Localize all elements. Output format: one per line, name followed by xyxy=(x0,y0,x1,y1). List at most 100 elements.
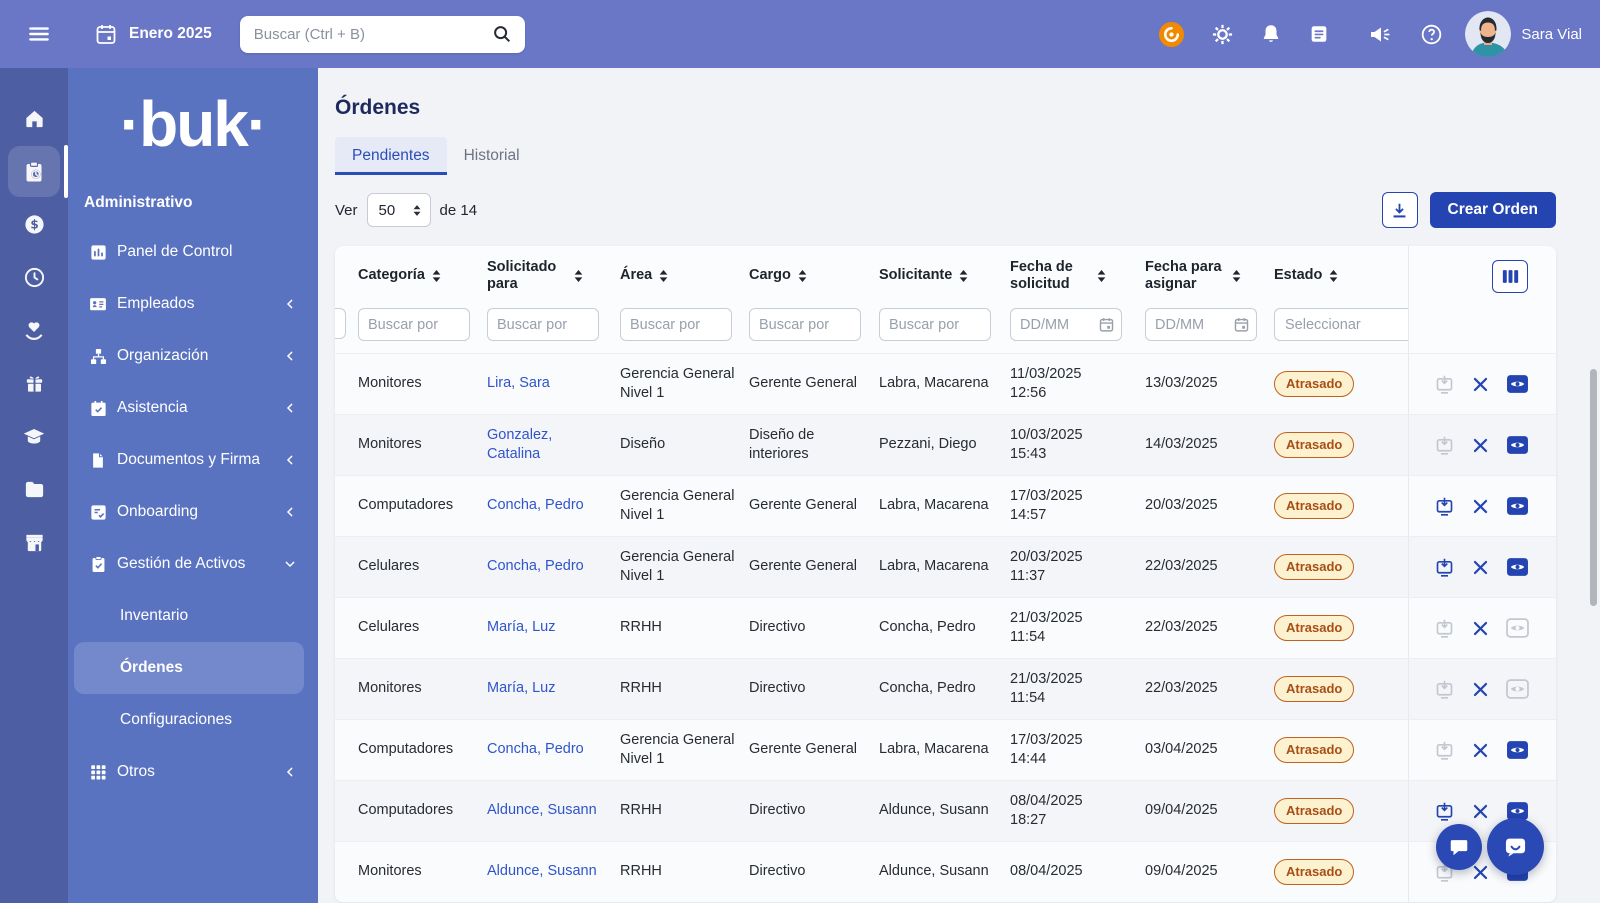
assign-device-button[interactable] xyxy=(1434,801,1455,822)
solicitado-para-link[interactable]: Concha, Pedro xyxy=(487,741,584,757)
page-size-select[interactable]: 50 xyxy=(367,193,431,227)
rail-item-time[interactable] xyxy=(0,251,68,304)
assign-device-button[interactable] xyxy=(1434,618,1455,639)
solicitado-para-link[interactable]: Concha, Pedro xyxy=(487,558,584,574)
column-header-solicitante[interactable]: Solicitante xyxy=(879,267,1010,284)
rail-item-training[interactable] xyxy=(0,410,68,463)
cancel-order-button[interactable] xyxy=(1472,742,1489,759)
filter-cargo-input[interactable] xyxy=(749,308,861,341)
column-header-categoria[interactable]: Categoría xyxy=(358,267,487,284)
cancel-order-button[interactable] xyxy=(1472,437,1489,454)
column-settings-button[interactable] xyxy=(1492,260,1528,293)
cancel-order-button[interactable] xyxy=(1472,498,1489,515)
column-header-fecha-solicitud[interactable]: Fecha de solicitud xyxy=(1010,259,1145,293)
column-header-estado[interactable]: Estado xyxy=(1274,267,1408,284)
total-label: de 14 xyxy=(440,202,478,219)
settings-button[interactable] xyxy=(1211,23,1234,46)
calendar-icon xyxy=(94,22,118,46)
cancel-order-button[interactable] xyxy=(1472,864,1489,881)
sidebar-subitem-ordenes[interactable]: Órdenes xyxy=(74,642,304,694)
view-order-button[interactable] xyxy=(1506,740,1529,760)
column-header-solicitado-para[interactable]: Solicitado para xyxy=(487,259,620,293)
sidebar-subitem-configuraciones[interactable]: Configuraciones xyxy=(68,694,318,746)
sidebar-item-otros[interactable]: Otros xyxy=(68,746,318,798)
assign-device-button[interactable] xyxy=(1434,435,1455,456)
solicitado-para-link[interactable]: Concha, Pedro xyxy=(487,497,584,513)
solicitado-para-link[interactable]: Lira, Sara xyxy=(487,375,550,391)
cancel-order-button[interactable] xyxy=(1472,376,1489,393)
status-badge: Atrasado xyxy=(1274,554,1354,579)
user-menu[interactable]: Sara Vial xyxy=(1465,11,1582,57)
feedback-chat-button[interactable] xyxy=(1436,824,1482,870)
column-header-fecha-asignar[interactable]: Fecha para asignar xyxy=(1145,259,1274,293)
view-order-button[interactable] xyxy=(1506,557,1529,577)
vertical-scrollbar[interactable] xyxy=(1590,369,1597,606)
novelties-button[interactable] xyxy=(1308,23,1330,45)
support-chat-button[interactable] xyxy=(1487,818,1544,875)
solicitado-para-link[interactable]: Aldunce, Susann xyxy=(487,802,597,818)
assign-device-button[interactable] xyxy=(1434,557,1455,578)
table-row: Celulares María, Luz RRHH Directivo Conc… xyxy=(335,597,1556,658)
sidebar-item-documentos-y-firma[interactable]: Documentos y Firma xyxy=(68,434,318,486)
search-input[interactable] xyxy=(252,25,491,44)
tab-historial[interactable]: Historial xyxy=(447,137,537,175)
rail-item-gift[interactable] xyxy=(0,357,68,410)
sidebar-item-onboarding[interactable]: Onboarding xyxy=(68,486,318,538)
sidebar-item-organizacion[interactable]: Organización xyxy=(68,330,318,382)
assistant-button[interactable] xyxy=(1158,21,1185,48)
sidebar-item-asistencia[interactable]: Asistencia xyxy=(68,382,318,434)
view-order-button[interactable] xyxy=(1506,374,1529,394)
solicitado-para-link[interactable]: Aldunce, Susann xyxy=(487,863,597,879)
row-actions xyxy=(1408,598,1556,658)
cancel-order-button[interactable] xyxy=(1472,620,1489,637)
help-button[interactable] xyxy=(1420,23,1443,46)
cell-estado: Atrasado xyxy=(1274,850,1408,893)
chevron-left-icon xyxy=(282,296,298,312)
solicitado-para-link[interactable]: María, Luz xyxy=(487,619,556,635)
period-selector[interactable]: Enero 2025 xyxy=(94,22,212,46)
filter-estado-select[interactable]: Seleccionar xyxy=(1274,308,1408,341)
announcements-button[interactable] xyxy=(1368,22,1392,46)
assign-device-button[interactable] xyxy=(1434,740,1455,761)
assign-device-button[interactable] xyxy=(1434,374,1455,395)
filter-solicitante-input[interactable] xyxy=(879,308,991,341)
sidebar-item-empleados[interactable]: Empleados xyxy=(68,278,318,330)
search-button[interactable] xyxy=(491,23,513,45)
device-download-icon xyxy=(1434,618,1455,639)
filter-solicitado-para-input[interactable] xyxy=(487,308,599,341)
sidebar-item-gestion-de-activos[interactable]: Gestión de Activos xyxy=(68,538,318,590)
assign-device-button[interactable] xyxy=(1434,496,1455,517)
rail-item-asset-management[interactable] xyxy=(0,145,68,198)
view-order-button[interactable] xyxy=(1506,679,1529,699)
filter-area-input[interactable] xyxy=(620,308,732,341)
view-order-button[interactable] xyxy=(1506,496,1529,516)
cancel-order-button[interactable] xyxy=(1472,803,1489,820)
rail-item-remunerations[interactable]: $ xyxy=(0,198,68,251)
cancel-order-button[interactable] xyxy=(1472,681,1489,698)
cancel-order-button[interactable] xyxy=(1472,559,1489,576)
rail-item-files[interactable] xyxy=(0,463,68,516)
assign-device-button[interactable] xyxy=(1434,679,1455,700)
notifications-button[interactable] xyxy=(1260,23,1282,45)
solicitado-para-link[interactable]: María, Luz xyxy=(487,680,556,696)
rail-item-home[interactable] xyxy=(0,92,68,145)
view-order-button[interactable] xyxy=(1506,435,1529,455)
hamburger-menu-button[interactable] xyxy=(22,17,56,51)
sidebar-item-panel-de-control[interactable]: Panel de Control xyxy=(68,226,318,278)
rail-item-benefits[interactable] xyxy=(0,304,68,357)
solicitado-para-link[interactable]: Gonzalez, Catalina xyxy=(487,427,552,462)
create-order-button[interactable]: Crear Orden xyxy=(1430,192,1556,228)
view-order-button[interactable] xyxy=(1506,618,1529,638)
rail-item-marketplace[interactable] xyxy=(0,516,68,569)
export-button[interactable] xyxy=(1382,192,1418,228)
sort-icon xyxy=(658,269,669,283)
sidebar-subitem-inventario[interactable]: Inventario xyxy=(68,590,318,642)
column-header-area[interactable]: Área xyxy=(620,267,749,284)
page-title: Órdenes xyxy=(335,96,1600,120)
sort-icon xyxy=(573,269,584,283)
cell-cargo: Diseño de interiores xyxy=(749,417,879,473)
column-header-cargo[interactable]: Cargo xyxy=(749,267,879,284)
tab-pendientes[interactable]: Pendientes xyxy=(335,137,447,175)
filter-categoria-input[interactable] xyxy=(358,308,470,341)
close-icon xyxy=(1472,681,1489,698)
